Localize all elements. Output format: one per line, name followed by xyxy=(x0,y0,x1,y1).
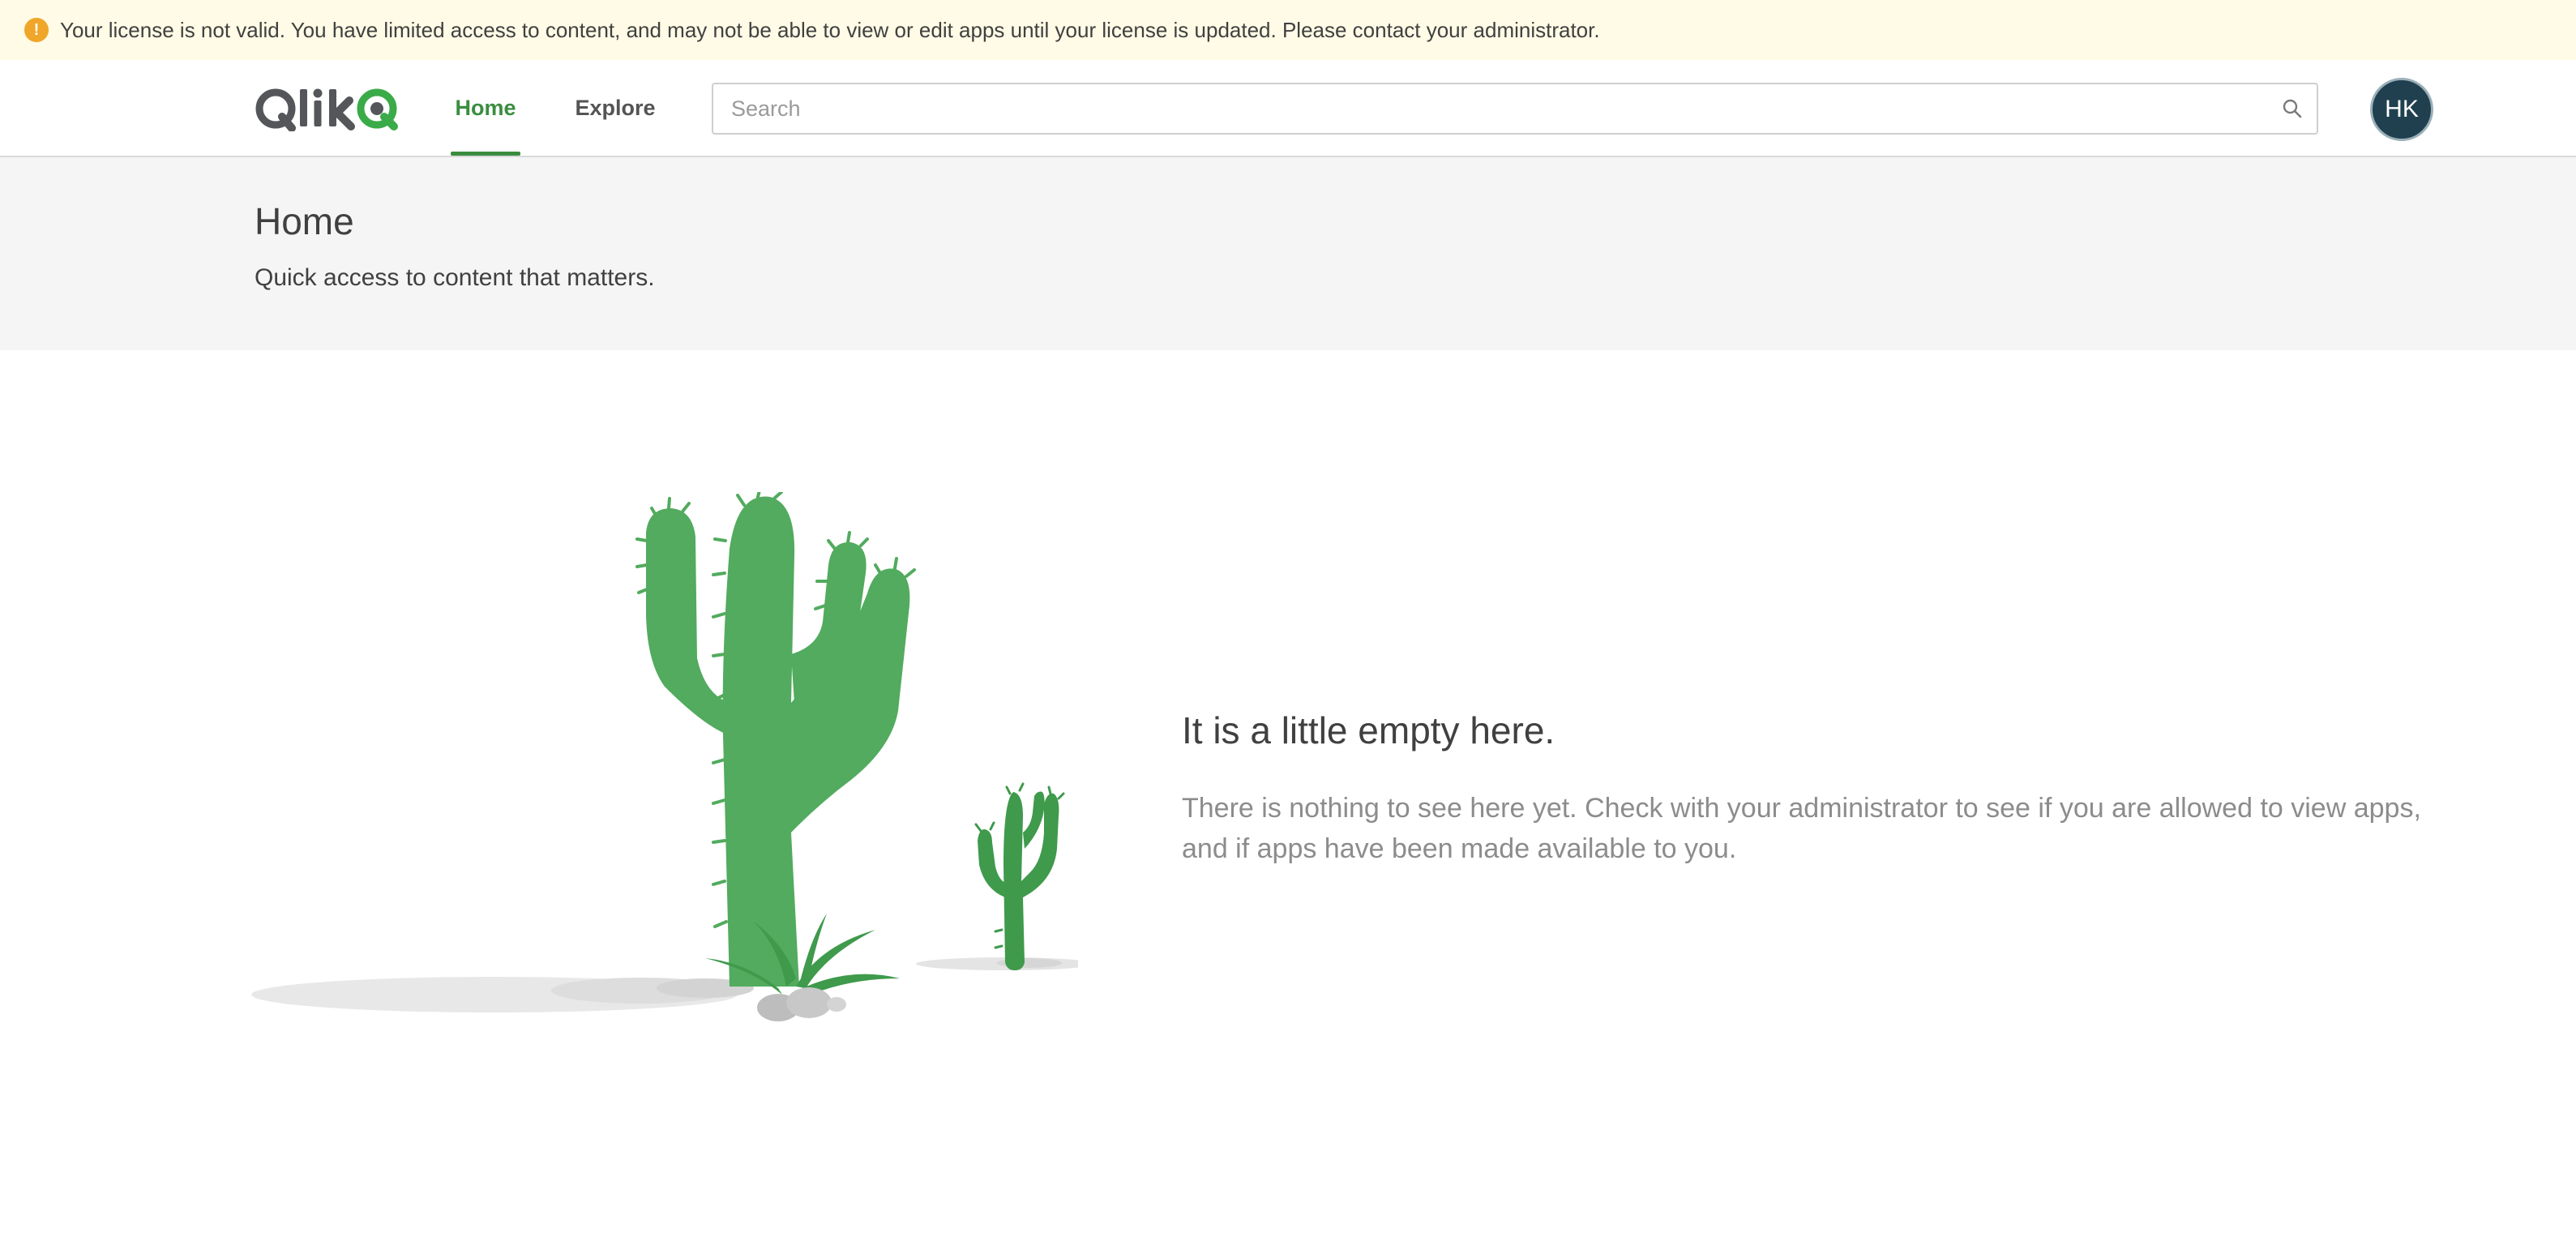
tab-home[interactable]: Home xyxy=(451,60,520,156)
top-navigation-bar: Home Explore HK xyxy=(0,60,2576,157)
page-header: Home Quick access to content that matter… xyxy=(0,157,2576,350)
tab-home-label: Home xyxy=(455,95,516,120)
search-input[interactable] xyxy=(713,84,2268,133)
qlik-logo[interactable] xyxy=(255,83,400,135)
empty-state-title: It is a little empty here. xyxy=(1182,709,1555,751)
search-icon[interactable] xyxy=(2268,98,2317,119)
license-warning-message: Your license is not valid. You have limi… xyxy=(60,17,1600,42)
user-avatar[interactable]: HK xyxy=(2370,78,2433,141)
empty-state: It is a little empty here. There is noth… xyxy=(0,350,2576,1250)
tab-explore[interactable]: Explore xyxy=(574,60,657,156)
warning-icon: ! xyxy=(24,18,49,42)
license-warning-banner: ! Your license is not valid. You have li… xyxy=(0,0,2576,60)
page-subtitle: Quick access to content that matters. xyxy=(255,264,655,291)
search-box xyxy=(712,83,2318,135)
page-title: Home xyxy=(255,200,354,242)
cactus-illustration xyxy=(251,486,1094,1080)
user-avatar-initials: HK xyxy=(2385,96,2419,122)
qlik-logo-icon xyxy=(255,88,398,131)
tab-explore-label: Explore xyxy=(575,95,656,120)
empty-state-message: There is nothing to see here yet. Check … xyxy=(1182,793,2421,864)
